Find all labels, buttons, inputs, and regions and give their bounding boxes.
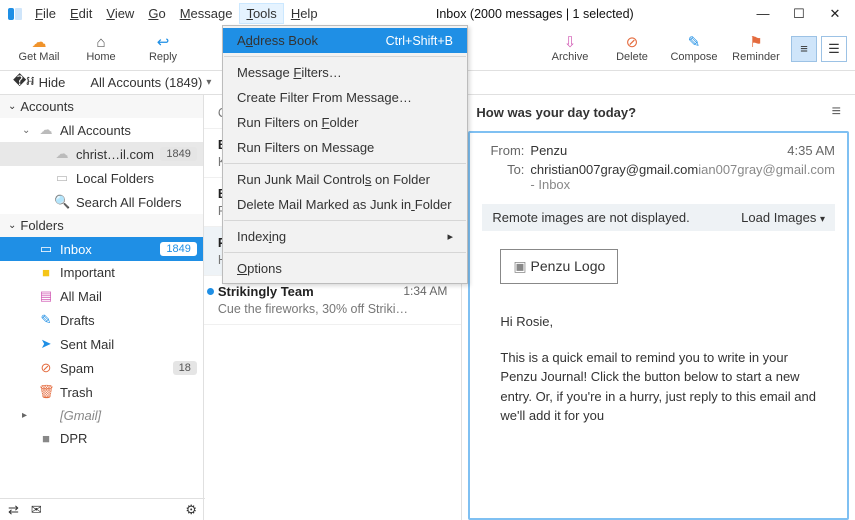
home-button[interactable]: ⌂Home: [70, 29, 132, 69]
message-time: 4:35 AM: [787, 143, 835, 158]
sync-icon[interactable]: ⇄: [8, 502, 19, 518]
view-list-button[interactable]: ≡: [791, 36, 817, 62]
message-subject: How was your day today? ≡: [462, 95, 855, 131]
account-item[interactable]: ⌄☁All Accounts: [0, 118, 203, 142]
menu-view[interactable]: View: [99, 3, 141, 24]
folder-drafts[interactable]: ✎Drafts: [0, 308, 203, 332]
hide-sidebar-button[interactable]: �អ Hide: [4, 70, 74, 95]
tools-menu-item[interactable]: Options: [223, 256, 467, 281]
unread-dot-icon: [207, 288, 214, 295]
folder-all-mail[interactable]: ▤All Mail: [0, 284, 203, 308]
tools-menu-item[interactable]: Run Junk Mail Controls on Folder: [223, 167, 467, 192]
account-selector[interactable]: All Accounts (1849) ▾: [80, 73, 221, 92]
app-icon: [6, 5, 24, 23]
menu-edit[interactable]: Edit: [63, 3, 99, 24]
reply-button[interactable]: ↩Reply: [132, 29, 194, 69]
penzu-logo-placeholder: Penzu Logo: [500, 249, 618, 284]
menu-file[interactable]: File: [28, 3, 63, 24]
folder-inbox[interactable]: ▭Inbox1849: [0, 237, 203, 261]
tools-menu-item[interactable]: Create Filter From Message…: [223, 85, 467, 110]
minimize-button[interactable]: —: [745, 1, 781, 27]
sidebar-footer: ⇄ ✉ ⚙: [0, 498, 205, 520]
accounts-header[interactable]: ⌄Accounts: [0, 95, 203, 118]
reminder-button[interactable]: ⚑Reminder: [725, 29, 787, 69]
get-mail-button[interactable]: ☁Get Mail: [8, 29, 70, 69]
delete-button[interactable]: ⊘Delete: [601, 29, 663, 69]
chat-icon[interactable]: ✉: [31, 502, 42, 518]
message-body-box: From:Penzu4:35 AM To:christian007gray@gm…: [468, 131, 849, 520]
message-menu-icon[interactable]: ≡: [832, 103, 841, 121]
close-button[interactable]: ✕: [817, 1, 853, 27]
folder-sent-mail[interactable]: ➤Sent Mail: [0, 332, 203, 356]
view-toggle-button[interactable]: ☰: [821, 36, 847, 62]
title-bar: FileEditViewGoMessageToolsHelp Inbox (20…: [0, 0, 855, 27]
window-title: Inbox (2000 messages | 1 selected): [325, 7, 745, 21]
tools-menu-item[interactable]: Address BookCtrl+Shift+B: [223, 28, 467, 53]
remote-images-bar: Remote images are not displayed. Load Im…: [482, 204, 835, 231]
reading-pane: How was your day today? ≡ From:Penzu4:35…: [462, 95, 855, 520]
menu-help[interactable]: Help: [284, 3, 325, 24]
folder-important[interactable]: ■Important: [0, 261, 203, 284]
tools-menu-item[interactable]: Indexing▸: [223, 224, 467, 249]
folder-dpr[interactable]: ■DPR: [0, 427, 203, 450]
folder-spam[interactable]: ⊘Spam18: [0, 356, 203, 380]
archive-button[interactable]: ⇩Archive: [539, 29, 601, 69]
menu-tools[interactable]: Tools: [239, 3, 283, 24]
menu-bar: FileEditViewGoMessageToolsHelp: [28, 3, 325, 24]
tools-menu-dropdown: Address BookCtrl+Shift+B Message Filters……: [222, 25, 468, 284]
folder-trash[interactable]: 🗑Trash: [0, 380, 203, 404]
compose-button[interactable]: ✎Compose: [663, 29, 725, 69]
from-value: Penzu: [530, 143, 787, 158]
tools-menu-item[interactable]: Run Filters on Message: [223, 135, 467, 160]
load-images-button[interactable]: Load Images ▾: [741, 210, 825, 225]
folders-header[interactable]: ⌄Folders: [0, 214, 203, 237]
menu-message[interactable]: Message: [173, 3, 240, 24]
tools-menu-item[interactable]: Delete Mail Marked as Junk in Folder: [223, 192, 467, 217]
to-value: christian007gray@gmail.comian007gray@gma…: [530, 162, 835, 192]
maximize-button[interactable]: ☐: [781, 1, 817, 27]
account-item[interactable]: 🔍Search All Folders: [0, 190, 203, 214]
tools-menu-item[interactable]: Run Filters on Folder: [223, 110, 467, 135]
account-item[interactable]: ☁christ…il.com1849: [0, 142, 203, 166]
settings-icon[interactable]: ⚙: [185, 502, 197, 518]
folder--gmail-[interactable]: ▸[Gmail]: [0, 404, 203, 427]
sidebar: ⌄Accounts ⌄☁All Accounts☁christ…il.com18…: [0, 95, 204, 520]
menu-go[interactable]: Go: [141, 3, 172, 24]
account-item[interactable]: ▭Local Folders: [0, 166, 203, 190]
message-body: Penzu Logo Hi Rosie, This is a quick ema…: [482, 249, 835, 426]
tools-menu-item[interactable]: Message Filters…: [223, 60, 467, 85]
